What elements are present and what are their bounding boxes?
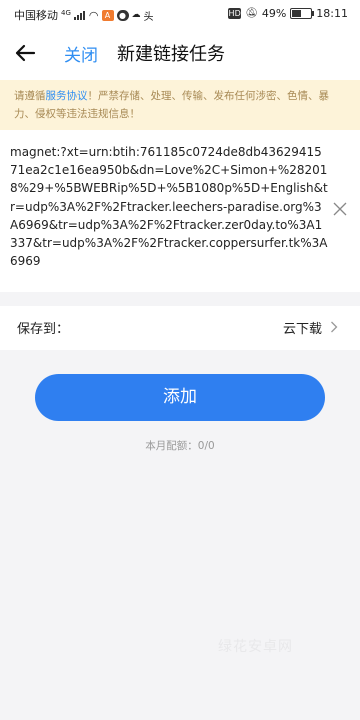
warning-notice: 请遵循服务协议！严禁存储、处理、传输、发布任何涉密、色情、暴力、侵权等违法违规信… bbox=[0, 80, 360, 130]
wifi-icon: ◠ bbox=[88, 8, 99, 22]
hd-icon: HD bbox=[228, 8, 242, 19]
close-button[interactable]: 关闭 bbox=[64, 41, 98, 66]
clear-icon[interactable] bbox=[332, 201, 348, 217]
add-button[interactable]: 添加 bbox=[35, 374, 325, 421]
battery-icon bbox=[290, 8, 315, 19]
save-label: 保存到： bbox=[17, 322, 70, 337]
status-right: HD 🔕︎ 49% 18:11 bbox=[228, 7, 348, 20]
clock: 18:11 bbox=[316, 7, 348, 20]
battery-percent: 49% bbox=[261, 7, 287, 20]
link-input-box[interactable]: magnet:?xt=urn:btih:761185c0724de8db4362… bbox=[0, 130, 360, 292]
monthly-quota: 本月配额：0/0 bbox=[145, 440, 215, 452]
wechat-icon: ● bbox=[116, 9, 129, 21]
status-left: 中国移动 4G ◠ A ● ☁ 头 bbox=[14, 7, 154, 23]
link-input[interactable]: magnet:?xt=urn:btih:761185c0724de8db4362… bbox=[10, 143, 328, 287]
cloud-icon: ☁ bbox=[131, 10, 141, 20]
service-agreement-link[interactable]: 服务协议 bbox=[46, 90, 88, 102]
chevron-right-icon bbox=[331, 321, 338, 333]
save-location-value[interactable]: 云下载 bbox=[283, 318, 322, 337]
page-title: 新建链接任务 bbox=[117, 44, 225, 65]
mute-icon: 🔕︎ bbox=[245, 8, 258, 19]
notice-prefix: 请遵循 bbox=[14, 90, 46, 102]
signal-icon bbox=[73, 10, 86, 20]
save-location-row[interactable]: 保存到： 云下载 bbox=[0, 306, 360, 350]
app-notification-icon: A bbox=[101, 9, 114, 21]
carrier-name: 中国移动 bbox=[14, 9, 58, 22]
header: 关闭 新建链接任务 bbox=[0, 28, 360, 80]
status-bar: 中国移动 4G ◠ A ● ☁ 头 HD 🔕︎ 49% 18:11 bbox=[0, 0, 360, 28]
watermark: 绿花安卓网 bbox=[218, 639, 293, 655]
screen: 中国移动 4G ◠ A ● ☁ 头 HD 🔕︎ 49% 18:11 关闭 新建链… bbox=[0, 0, 360, 720]
network-type: 4G bbox=[61, 9, 71, 17]
arrow-left-icon[interactable] bbox=[12, 40, 38, 66]
headline-icon: 头 bbox=[143, 11, 154, 23]
